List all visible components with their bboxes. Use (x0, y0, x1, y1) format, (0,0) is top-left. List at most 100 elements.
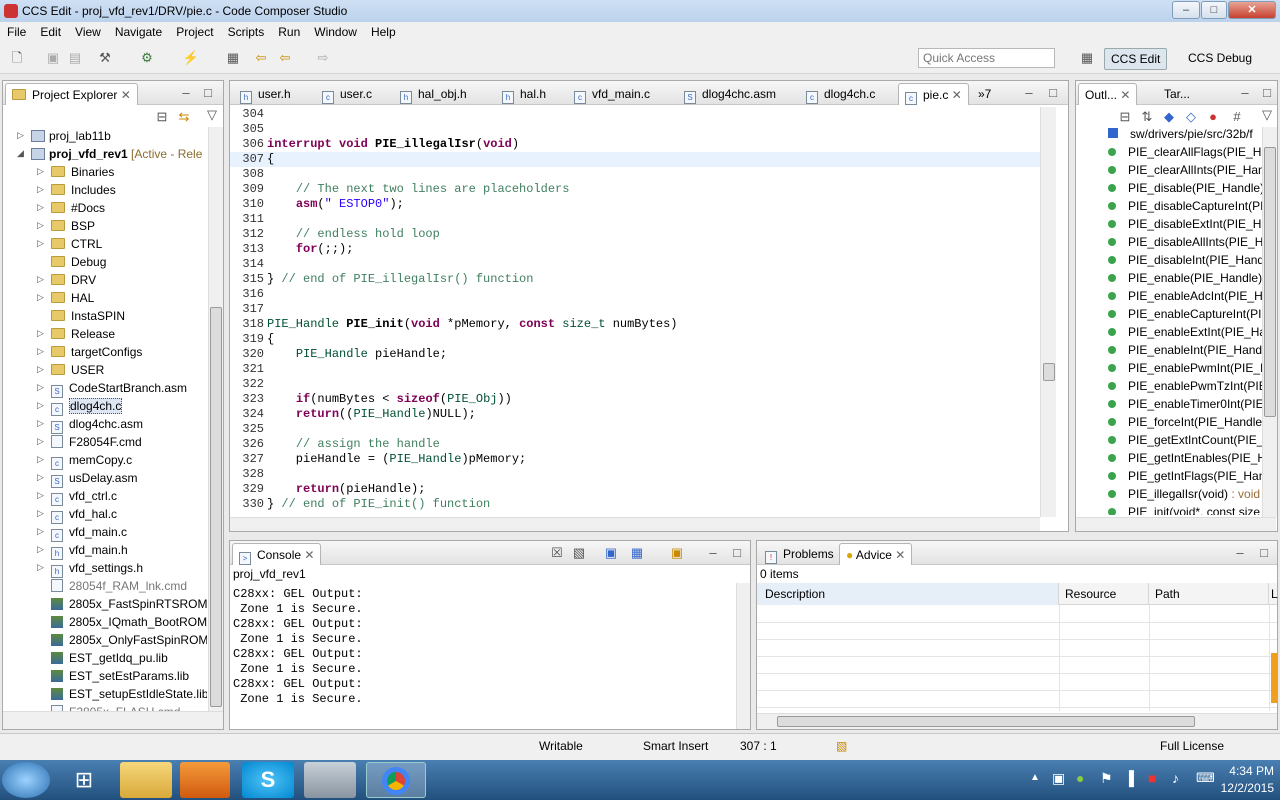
column-location[interactable]: L (1269, 583, 1279, 605)
collapse-icon[interactable]: ⊟ (1116, 109, 1134, 125)
tree-item[interactable]: ▷ USER (3, 361, 207, 379)
collapse-all-icon[interactable]: ⊟ (153, 109, 171, 125)
tree-item[interactable]: ▷ Sdlog4chc.asm (3, 415, 207, 434)
clock[interactable]: 4:34 PM 12/2/2015 (1198, 764, 1274, 795)
outline-item[interactable]: PIE_disableExtInt(PIE_Ha (1076, 217, 1264, 235)
editor-tab[interactable]: c vfd_main.c (568, 83, 656, 105)
tree-item[interactable]: ▷ h vfd_main.h (3, 541, 207, 560)
outline-item[interactable]: PIE_enableTimer0Int(PIE (1076, 397, 1264, 415)
outline-menu-icon[interactable]: ▽ (1258, 107, 1276, 123)
code-editor[interactable]: 304 305 306 interrupt void PIE_illegalIsr(v… (230, 107, 1040, 517)
tab-target[interactable]: Tar... (1158, 83, 1196, 105)
expand-toggle-icon[interactable]: ▷ (37, 382, 49, 393)
code-line[interactable]: 327 pieHandle = (PIE_Handle)pMemory; (230, 452, 1040, 467)
close-icon[interactable]: ✕ (1120, 88, 1130, 102)
tree-item[interactable]: 2805x_IQmath_BootROMS (3, 613, 207, 631)
expand-toggle-icon[interactable]: ▷ (37, 490, 49, 501)
action-center-icon[interactable]: ⚑ (1100, 770, 1113, 787)
code-line[interactable]: 306 interrupt void PIE_illegalIsr(void) (230, 137, 1040, 152)
column-path[interactable]: Path (1149, 583, 1269, 605)
expand-toggle-icon[interactable]: ▷ (37, 364, 49, 375)
maximize-outline-icon[interactable]: □ (1258, 85, 1276, 101)
outline-item[interactable]: PIE_getExtIntCount(PIE_ (1076, 433, 1264, 451)
outline-item[interactable]: PIE_enableAdcInt(PIE_Ha (1076, 289, 1264, 307)
tree-item[interactable]: ▷ Includes (3, 181, 207, 199)
expand-toggle-icon[interactable]: ▷ (37, 184, 49, 195)
save-all-icon[interactable]: ▤ (66, 50, 84, 66)
menu-edit[interactable]: Edit (33, 22, 68, 39)
expand-toggle-icon[interactable]: ▷ (37, 400, 49, 411)
editor-scrollbar-thumb[interactable] (1043, 363, 1055, 381)
media-player-icon[interactable] (180, 762, 230, 798)
code-line[interactable]: 307{ (230, 152, 1040, 167)
menu-scripts[interactable]: Scripts (221, 22, 272, 39)
close-icon[interactable]: ✕ (895, 548, 905, 562)
outline-item[interactable]: PIE_clearAllFlags(PIE_Ha (1076, 145, 1264, 163)
tree-item[interactable]: ▷ F28054F.cmd (3, 433, 207, 451)
clear-console-icon[interactable]: ☒ (548, 545, 566, 561)
menu-view[interactable]: View (68, 22, 108, 39)
outline-item[interactable]: PIE_getIntFlags(PIE_Han (1076, 469, 1264, 487)
tab-project-explorer[interactable]: Project Explorer ✕ (5, 83, 138, 105)
tab-outline[interactable]: Outl... ✕ (1078, 83, 1138, 105)
outline-item[interactable]: PIE_disableCaptureInt(PIE (1076, 199, 1264, 217)
code-line[interactable]: 328 (230, 467, 1040, 482)
close-icon[interactable]: ✕ (948, 88, 962, 102)
menu-file[interactable]: File (0, 22, 33, 39)
code-line[interactable]: 304 (230, 107, 1040, 122)
expand-toggle-icon[interactable]: ▷ (37, 202, 49, 213)
maximize-view-icon[interactable]: □ (199, 85, 217, 101)
project-tree-hscrollbar[interactable] (3, 711, 223, 729)
tab-problems[interactable]: ! Problems (759, 543, 840, 565)
code-line[interactable]: 325 (230, 422, 1040, 437)
outline-item[interactable]: PIE_enableInt(PIE_Handl (1076, 343, 1264, 361)
tree-item[interactable]: ▷ HAL (3, 289, 207, 307)
battery-icon[interactable]: ■ (1148, 770, 1156, 786)
expand-toggle-icon[interactable]: ▷ (37, 166, 49, 177)
outline-vscrollbar[interactable] (1262, 127, 1277, 517)
outline-item[interactable]: PIE_enablePwmTzInt(PIE (1076, 379, 1264, 397)
maximize-problems-icon[interactable]: □ (1255, 545, 1273, 561)
hide-static-icon[interactable]: ◇ (1182, 109, 1200, 125)
menu-help[interactable]: Help (364, 22, 403, 39)
expand-toggle-icon[interactable]: ▷ (37, 544, 49, 555)
view-menu-icon[interactable]: ▽ (203, 107, 221, 123)
tree-item[interactable]: ▷ DRV (3, 271, 207, 289)
tree-item[interactable]: ▷ CTRL (3, 235, 207, 253)
menu-window[interactable]: Window (307, 22, 364, 39)
outline-item[interactable]: PIE_enableCaptureInt(PI (1076, 307, 1264, 325)
tree-item[interactable]: ▷ h vfd_settings.h (3, 559, 207, 578)
editor-vscrollbar[interactable] (1040, 107, 1056, 517)
minimize-editor-icon[interactable]: – (1020, 85, 1038, 101)
code-line[interactable]: 305 (230, 122, 1040, 137)
project-tree-scrollbar[interactable] (208, 127, 223, 711)
tree-item[interactable]: EST_getIdq_pu.lib (3, 649, 207, 667)
sort-icon[interactable]: ⇅ (1138, 109, 1156, 125)
menu-run[interactable]: Run (271, 22, 307, 39)
expand-toggle-icon[interactable]: ◢ (17, 148, 29, 159)
outline-item[interactable]: PIE_enable(PIE_Handle) (1076, 271, 1264, 289)
tree-item[interactable]: ▷ S CodeStartBranch.asm (3, 379, 207, 398)
editor-tab[interactable]: c user.c (316, 83, 378, 105)
editor-tab[interactable]: h hal.h (496, 83, 552, 105)
hide-fields-icon[interactable]: ◆ (1160, 109, 1178, 125)
skype-icon[interactable]: S (242, 762, 294, 798)
perspective-ccs-edit[interactable]: CCS Edit (1104, 48, 1168, 70)
code-line[interactable]: 320 PIE_Handle pieHandle; (230, 347, 1040, 362)
tree-item[interactable]: 28054f_RAM_lnk.cmd (3, 577, 207, 595)
outline-item[interactable]: PIE_init(void*, const size (1076, 505, 1264, 515)
tree-item[interactable]: ▷ #Docs (3, 199, 207, 217)
tree-item[interactable]: ▷ c dlog4ch.c (3, 397, 207, 416)
perspective-ccs-debug[interactable]: CCS Debug (1182, 48, 1258, 70)
quick-access-input[interactable]: Quick Access (918, 48, 1055, 68)
tree-item[interactable]: ▷ targetConfigs (3, 343, 207, 361)
editor-tab[interactable]: h hal_obj.h (394, 83, 473, 105)
tab-advice[interactable]: ● Advice ✕ (839, 543, 913, 565)
status-tasks-icon[interactable]: ▧ (836, 739, 847, 753)
editor-tab[interactable]: c dlog4ch.c (800, 83, 881, 105)
tree-item[interactable]: Debug (3, 253, 207, 271)
code-line[interactable]: 316 (230, 287, 1040, 302)
menu-navigate[interactable]: Navigate (108, 22, 169, 39)
open-console-icon[interactable]: ▣ (668, 545, 686, 561)
tree-item[interactable]: ▷ BSP (3, 217, 207, 235)
